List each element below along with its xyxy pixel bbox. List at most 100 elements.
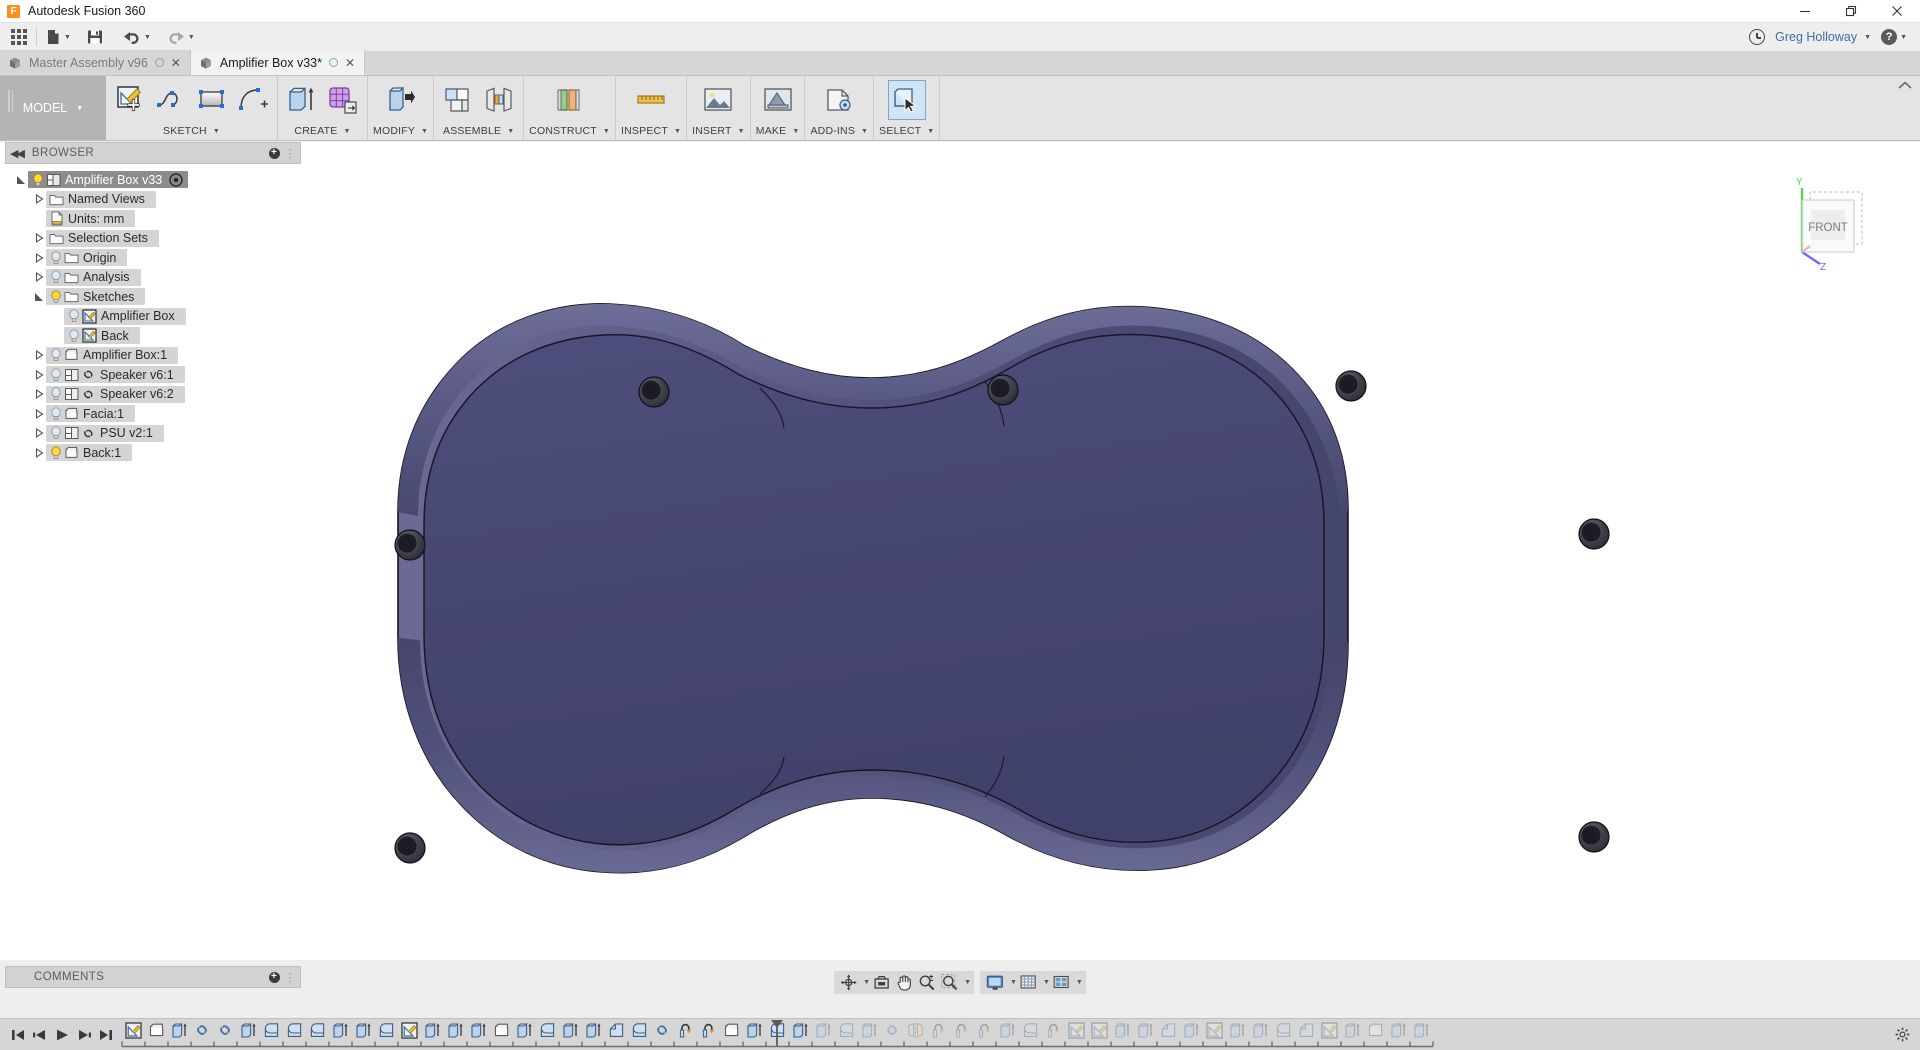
chevron-down-icon[interactable]: ▼ (863, 979, 870, 986)
timeline-feature-fillet[interactable] (536, 1019, 559, 1042)
new-component-icon[interactable] (439, 80, 477, 120)
offset-plane-icon[interactable] (551, 80, 589, 120)
browser-tree-item[interactable]: Named Views (5, 190, 301, 210)
timeline-feature-fillet[interactable] (375, 1019, 398, 1042)
timeline-feature-mirror[interactable] (904, 1019, 927, 1042)
ribbon-group-dropdown[interactable]: SKETCH▼ (163, 125, 220, 140)
timeline-feature-revolve[interactable] (697, 1019, 720, 1042)
timeline-feature-extrude[interactable] (513, 1019, 536, 1042)
ribbon-group-dropdown[interactable]: INSERT▼ (692, 125, 745, 140)
timeline-feature-extrude[interactable] (421, 1019, 444, 1042)
chevron-down-icon[interactable]: ▼ (1900, 34, 1907, 41)
browser-tree-item[interactable]: Amplifier Box:1 (5, 346, 301, 366)
timeline-feature-extrude[interactable] (858, 1019, 881, 1042)
timeline-feature-body[interactable] (490, 1019, 513, 1042)
close-tab-icon[interactable]: ✕ (171, 57, 181, 69)
press-pull-icon[interactable] (382, 80, 420, 120)
timeline-feature-extrude[interactable] (352, 1019, 375, 1042)
expand-arrow-down-icon[interactable] (33, 292, 46, 302)
pattern-mesh-icon[interactable] (324, 80, 362, 120)
user-menu[interactable]: Greg Holloway ▼ (1770, 24, 1876, 50)
select-tool-icon[interactable] (888, 80, 926, 120)
ribbon-group-dropdown[interactable]: MODIFY▼ (373, 125, 428, 140)
browser-tree-item[interactable]: Speaker v6:1 (5, 365, 301, 385)
redo-icon[interactable]: ▼ (162, 24, 200, 50)
timeline-settings-icon[interactable] (1895, 1027, 1910, 1042)
workspace-switcher-button[interactable]: MODEL ▼ (0, 76, 106, 140)
timeline-feature-fillet[interactable] (628, 1019, 651, 1042)
timeline-feature-revolve[interactable] (1042, 1019, 1065, 1042)
visibility-bulb-icon[interactable] (48, 368, 63, 382)
view-cube[interactable]: Y Z FRONT (1780, 170, 1892, 272)
expand-arrow-right-icon[interactable] (33, 253, 46, 263)
step-back-icon[interactable] (30, 1024, 50, 1046)
app-grid-icon[interactable] (6, 24, 32, 50)
chevron-down-icon[interactable]: ▼ (1043, 979, 1050, 986)
help-icon[interactable]: ? ▼ (1876, 24, 1912, 50)
timeline-feature-extrude[interactable] (1410, 1019, 1433, 1042)
timeline-track[interactable] (122, 1019, 1895, 1050)
timeline-feature-sketch[interactable] (398, 1019, 421, 1042)
measure-icon[interactable] (632, 80, 670, 120)
timeline-feature-extrude[interactable] (329, 1019, 352, 1042)
visibility-bulb-icon[interactable] (48, 251, 63, 265)
timeline-feature-extrude[interactable] (812, 1019, 835, 1042)
timeline-feature-chamfer[interactable] (605, 1019, 628, 1042)
close-tab-icon[interactable]: ✕ (345, 57, 355, 69)
timeline-marker[interactable] (770, 1019, 784, 1050)
visibility-bulb-icon[interactable] (48, 446, 63, 460)
timeline-feature-sketch[interactable] (1065, 1019, 1088, 1042)
insert-mcmaster-icon[interactable] (699, 80, 737, 120)
visibility-bulb-icon[interactable] (48, 387, 63, 401)
look-at-icon[interactable] (870, 972, 893, 993)
timeline-feature-extrude[interactable] (168, 1019, 191, 1042)
chevron-down-icon[interactable]: ▼ (1864, 34, 1871, 41)
chevron-down-icon[interactable]: ▼ (738, 128, 745, 135)
browser-tree-item[interactable]: Analysis (5, 268, 301, 288)
go-to-start-icon[interactable] (8, 1024, 28, 1046)
save-icon[interactable] (82, 24, 108, 50)
timeline-feature-extrude[interactable] (1111, 1019, 1134, 1042)
visibility-bulb-icon[interactable] (48, 407, 63, 421)
timeline-feature-extrude[interactable] (743, 1019, 766, 1042)
visibility-bulb-icon[interactable] (66, 329, 81, 343)
timeline-feature-revolve[interactable] (674, 1019, 697, 1042)
timeline-feature-sketch[interactable] (1088, 1019, 1111, 1042)
scripts-addins-icon[interactable] (820, 80, 858, 120)
timeline-feature-extrude[interactable] (789, 1019, 812, 1042)
timeline-feature-extrude[interactable] (444, 1019, 467, 1042)
visibility-bulb-icon[interactable] (48, 290, 63, 304)
chevron-down-icon[interactable]: ▼ (76, 105, 83, 112)
chevron-down-icon[interactable]: ▼ (188, 34, 195, 41)
chevron-down-icon[interactable]: ▼ (507, 128, 514, 135)
timeline-feature-chamfer[interactable] (1295, 1019, 1318, 1042)
ribbon-group-dropdown[interactable]: ASSEMBLE▼ (443, 125, 514, 140)
chevron-down-icon[interactable]: ▼ (674, 128, 681, 135)
browser-tree-item[interactable]: Selection Sets (5, 229, 301, 249)
timeline-feature-revolve[interactable] (927, 1019, 950, 1042)
ribbon-group-dropdown[interactable]: CREATE▼ (294, 125, 350, 140)
timeline-feature-chamfer[interactable] (1157, 1019, 1180, 1042)
chevron-down-icon[interactable]: ▼ (1076, 979, 1083, 986)
expand-arrow-right-icon[interactable] (33, 409, 46, 419)
zoom-icon[interactable] (915, 972, 938, 993)
minimize-icon[interactable] (1782, 0, 1828, 23)
expand-arrow-down-icon[interactable] (15, 175, 28, 185)
visibility-bulb-icon[interactable] (48, 348, 63, 362)
ribbon-group-dropdown[interactable]: MAKE▼ (756, 125, 800, 140)
panel-grip[interactable]: ⋮ (285, 147, 296, 160)
timeline-feature-joint[interactable] (191, 1019, 214, 1042)
timeline-feature-extrude[interactable] (559, 1019, 582, 1042)
chevron-down-icon[interactable]: ▼ (213, 128, 220, 135)
joint-icon[interactable] (480, 80, 518, 120)
chevron-down-icon[interactable]: ▼ (603, 128, 610, 135)
viewports-icon[interactable] (1050, 972, 1073, 993)
chevron-down-icon[interactable]: ▼ (64, 34, 71, 41)
expand-arrow-right-icon[interactable] (33, 350, 46, 360)
timeline-feature-extrude[interactable] (237, 1019, 260, 1042)
timeline-feature-body[interactable] (720, 1019, 743, 1042)
timeline-feature-joint[interactable] (881, 1019, 904, 1042)
orbit-icon[interactable] (837, 972, 860, 993)
chevron-down-icon[interactable]: ▼ (861, 128, 868, 135)
create-sketch-icon[interactable] (111, 80, 149, 120)
